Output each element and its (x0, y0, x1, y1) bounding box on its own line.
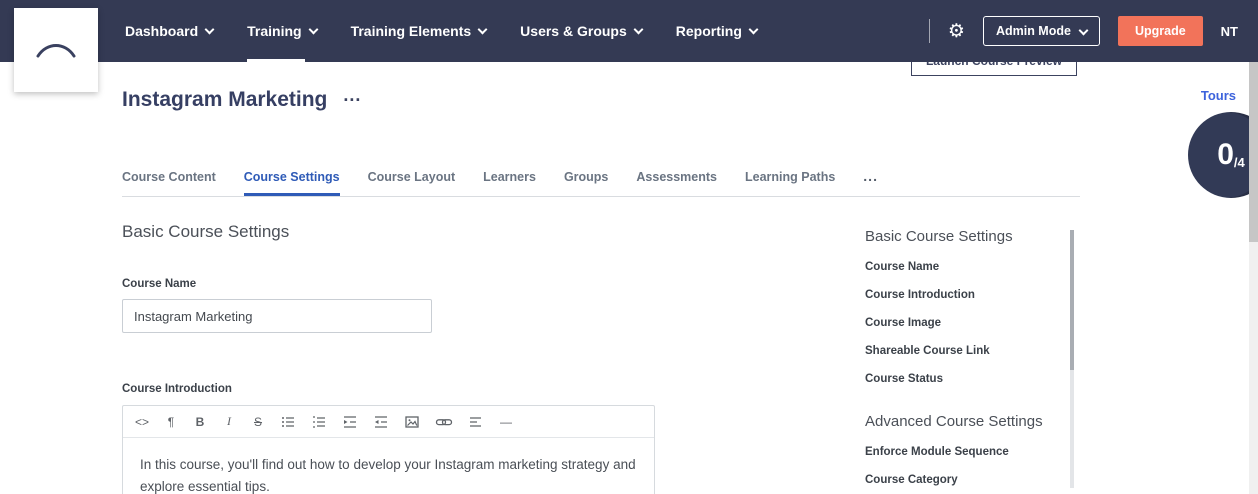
toc-link-shareable-course-link[interactable]: Shareable Course Link (865, 345, 1065, 357)
tab-course-content[interactable]: Course Content (122, 170, 216, 196)
nav-dashboard-label: Dashboard (125, 23, 198, 39)
chevron-down-icon (478, 25, 488, 35)
nav-training-elements[interactable]: Training Elements (351, 0, 487, 62)
toc-advanced-settings-title: Advanced Course Settings (865, 413, 1065, 430)
admin-mode-button[interactable]: Admin Mode (983, 16, 1100, 46)
nav-training-elements-label: Training Elements (351, 23, 472, 39)
upgrade-button[interactable]: Upgrade (1118, 16, 1203, 46)
nav-reporting-label: Reporting (676, 23, 742, 39)
tours-progress-badge[interactable]: 0 /4 (1188, 112, 1258, 198)
italic-icon[interactable]: I (222, 414, 236, 429)
toc-link-course-image[interactable]: Course Image (865, 317, 1065, 329)
nav-users-groups-label: Users & Groups (520, 23, 627, 39)
toc-link-course-category[interactable]: Course Category (865, 474, 1065, 486)
settings-toc: Basic Course Settings Course Name Course… (865, 228, 1065, 486)
app-window: Dashboard Training Training Elements Use… (0, 0, 1258, 494)
page-scrollbar-thumb[interactable] (1249, 62, 1258, 242)
tours-count: 0 (1217, 138, 1234, 172)
horizontal-rule-icon[interactable]: — (499, 415, 513, 429)
chevron-down-icon (205, 25, 215, 35)
course-tabs: Course Content Course Settings Course La… (122, 168, 1080, 197)
tab-course-settings[interactable]: Course Settings (244, 170, 340, 196)
insert-image-icon[interactable] (404, 414, 420, 430)
unordered-list-icon[interactable] (280, 414, 296, 430)
chevron-down-icon (748, 25, 758, 35)
tab-learners[interactable]: Learners (483, 170, 536, 196)
toc-link-course-introduction[interactable]: Course Introduction (865, 289, 1065, 301)
chevron-down-icon (1079, 25, 1089, 35)
nav-reporting[interactable]: Reporting (676, 0, 757, 62)
section-title: Basic Course Settings (122, 222, 655, 242)
code-view-icon[interactable]: <> (135, 415, 149, 429)
course-name-input[interactable] (122, 299, 432, 333)
admin-mode-label: Admin Mode (996, 24, 1071, 38)
strikethrough-icon[interactable]: S (251, 415, 265, 429)
toc-link-course-status[interactable]: Course Status (865, 373, 1065, 385)
user-avatar[interactable]: NT (1221, 24, 1238, 39)
navbar-divider (929, 19, 930, 43)
brand-logo[interactable] (14, 8, 98, 92)
align-left-icon[interactable] (468, 414, 484, 430)
indent-decrease-icon[interactable] (373, 414, 389, 430)
indent-increase-icon[interactable] (342, 414, 358, 430)
editor-toolbar: <> ¶ B I S (123, 406, 654, 438)
nav-dashboard[interactable]: Dashboard (125, 0, 213, 62)
page-header: Instagram Marketing ... (122, 88, 361, 112)
course-introduction-editor: <> ¶ B I S (122, 405, 655, 494)
ordered-list-icon[interactable] (311, 414, 327, 430)
toc-scrollbar-thumb[interactable] (1070, 230, 1074, 370)
insert-link-icon[interactable] (435, 414, 453, 430)
page-title: Instagram Marketing (122, 88, 327, 112)
tab-assessments[interactable]: Assessments (636, 170, 717, 196)
toc-basic-settings-title: Basic Course Settings (865, 228, 1065, 245)
tabs-more-button[interactable]: ... (863, 168, 878, 196)
navbar-right-controls: ⚙ Admin Mode Upgrade NT (929, 0, 1238, 62)
toc-link-course-name[interactable]: Course Name (865, 261, 1065, 273)
tours-label: Tours (1201, 88, 1236, 103)
nav-users-groups[interactable]: Users & Groups (520, 0, 642, 62)
tab-course-layout[interactable]: Course Layout (368, 170, 456, 196)
nav-training-label: Training (247, 23, 301, 39)
wave-logo-icon (30, 30, 82, 70)
bold-icon[interactable]: B (193, 415, 207, 429)
course-introduction-text[interactable]: In this course, you'll find out how to d… (123, 438, 654, 494)
chevron-down-icon (633, 25, 643, 35)
title-more-menu-button[interactable]: ... (343, 92, 361, 99)
primary-nav: Dashboard Training Training Elements Use… (125, 0, 757, 62)
nav-training[interactable]: Training (247, 0, 316, 62)
gear-icon[interactable]: ⚙ (948, 22, 965, 41)
basic-course-settings-form: Basic Course Settings Course Name Course… (122, 222, 655, 494)
course-name-label: Course Name (122, 278, 655, 290)
toc-scrollbar[interactable] (1070, 230, 1074, 488)
chevron-down-icon (308, 25, 318, 35)
toc-link-enforce-module-sequence[interactable]: Enforce Module Sequence (865, 446, 1065, 458)
tours-total: /4 (1234, 155, 1245, 170)
page-scrollbar[interactable] (1249, 62, 1258, 494)
paragraph-icon[interactable]: ¶ (164, 415, 178, 429)
top-navbar: Dashboard Training Training Elements Use… (0, 0, 1258, 62)
tab-groups[interactable]: Groups (564, 170, 608, 196)
course-introduction-label: Course Introduction (122, 383, 655, 395)
tab-learning-paths[interactable]: Learning Paths (745, 170, 835, 196)
